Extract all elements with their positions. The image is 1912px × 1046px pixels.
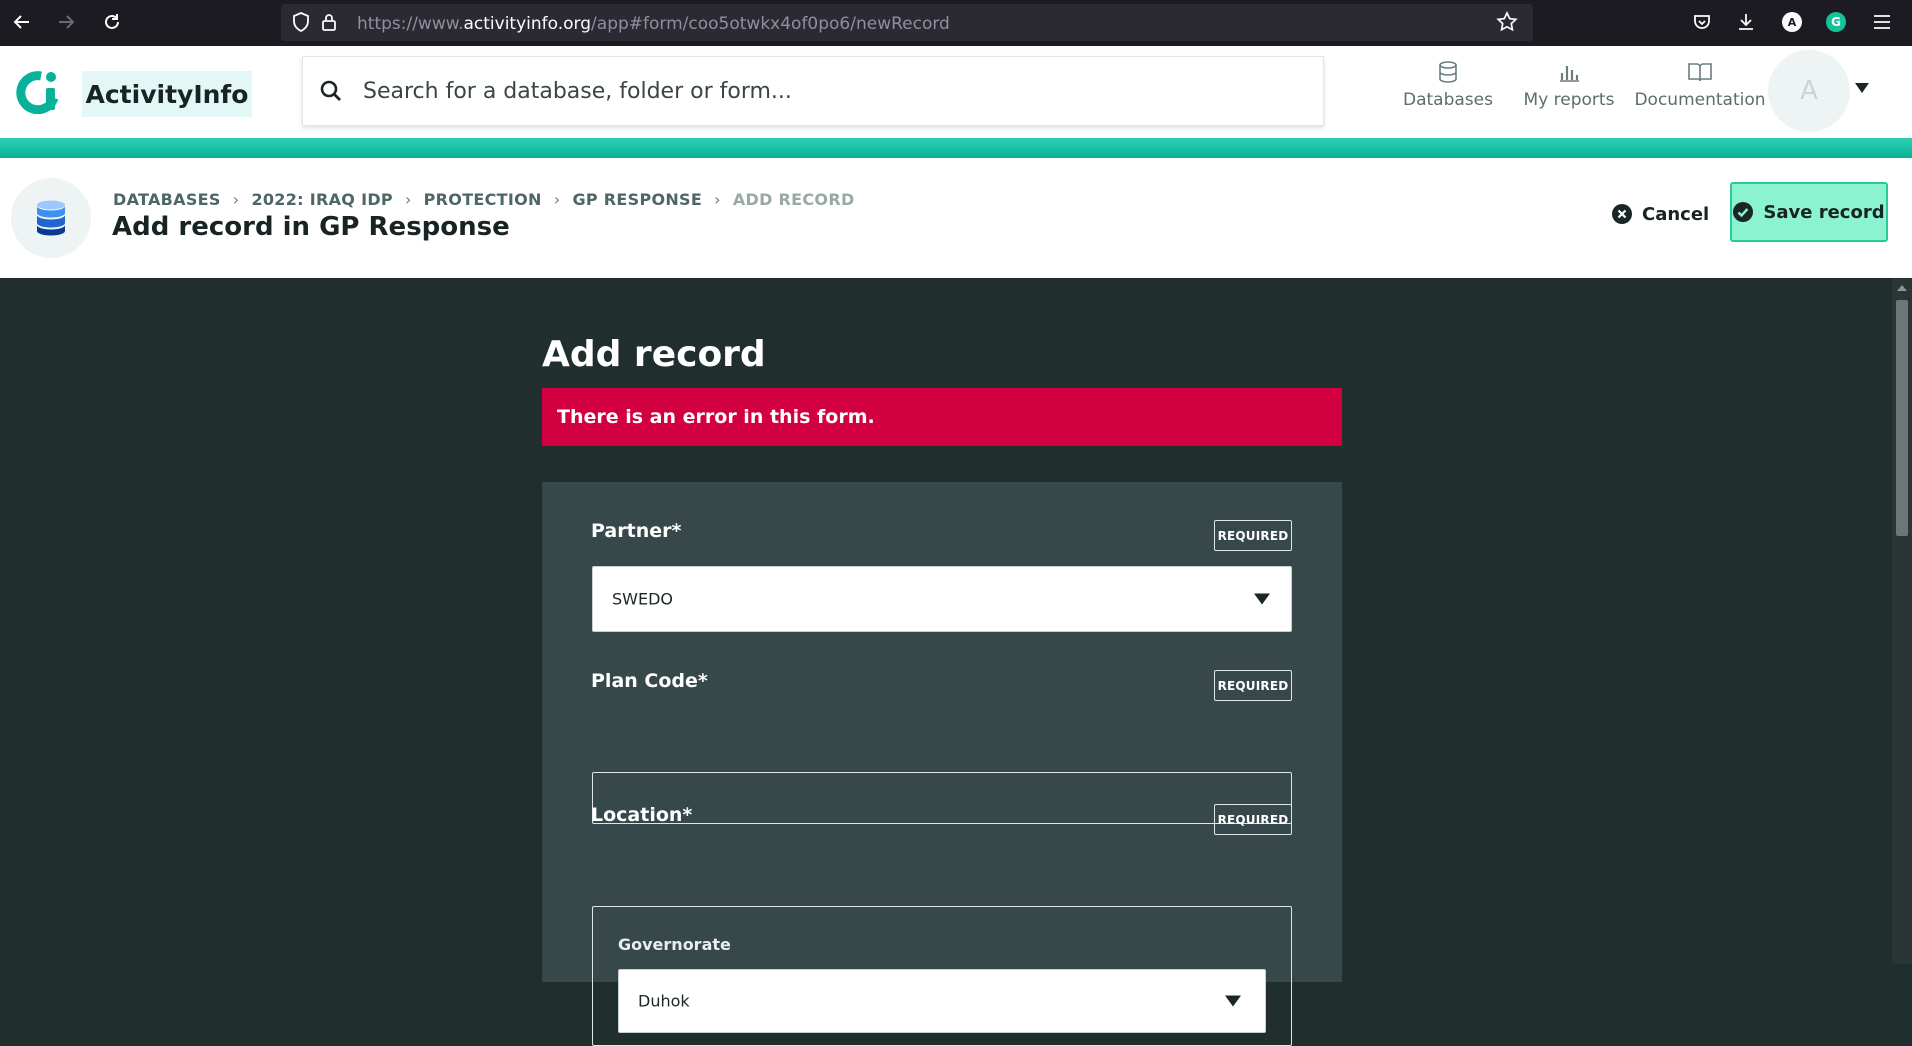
menu-icon[interactable] bbox=[1868, 8, 1896, 36]
profile-extension-icon[interactable]: A bbox=[1778, 8, 1806, 36]
form-card: Partner* REQUIRED SWEDO Plan Code* REQUI… bbox=[542, 482, 1342, 1046]
governorate-value: Duhok bbox=[638, 991, 690, 1011]
breadcrumb: DATABASES › 2022: IRAQ IDP › PROTECTION … bbox=[113, 190, 855, 209]
accent-bar bbox=[0, 138, 1912, 158]
page-scrollbar[interactable] bbox=[1892, 278, 1912, 964]
database-icon bbox=[1439, 61, 1457, 83]
partner-select[interactable]: SWEDO bbox=[592, 566, 1292, 632]
governorate-label: Governorate bbox=[618, 935, 731, 954]
location-label: Location* bbox=[591, 804, 693, 826]
bookmark-star-icon[interactable] bbox=[1493, 8, 1521, 36]
app-header: ActivityInfo Databases My reports Docume… bbox=[0, 46, 1912, 138]
form-title: Add record bbox=[542, 334, 766, 375]
plan-code-input[interactable] bbox=[592, 772, 1292, 824]
check-circle-icon bbox=[1733, 202, 1754, 222]
chevron-right-icon: › bbox=[714, 190, 721, 209]
location-group: Governorate Duhok bbox=[592, 906, 1292, 1046]
brand-name: ActivityInfo bbox=[85, 79, 249, 109]
governorate-select[interactable]: Duhok bbox=[618, 969, 1266, 1033]
required-badge: REQUIRED bbox=[1214, 520, 1292, 551]
nav-my-reports[interactable]: My reports bbox=[1518, 60, 1620, 126]
required-badge: REQUIRED bbox=[1214, 670, 1292, 701]
save-record-button[interactable]: Save record bbox=[1730, 182, 1888, 242]
breadcrumb-current: ADD RECORD bbox=[732, 190, 855, 209]
cancel-label: Cancel bbox=[1642, 203, 1710, 225]
breadcrumb-folder[interactable]: PROTECTION bbox=[424, 190, 542, 209]
forward-icon[interactable] bbox=[52, 8, 80, 36]
database-badge bbox=[11, 178, 91, 258]
nav-label: Databases bbox=[1403, 90, 1493, 110]
chevron-right-icon: › bbox=[553, 190, 561, 209]
back-icon[interactable] bbox=[8, 8, 36, 36]
error-message: There is an error in this form. bbox=[557, 406, 875, 428]
breadcrumb-databases[interactable]: DATABASES bbox=[113, 190, 221, 209]
nav-label: Documentation bbox=[1634, 90, 1766, 110]
chevron-down-icon bbox=[1254, 593, 1270, 605]
activityinfo-logo-icon[interactable] bbox=[14, 68, 60, 114]
chevron-down-icon bbox=[1225, 995, 1241, 1007]
search-icon bbox=[320, 80, 341, 101]
partner-label: Partner* bbox=[591, 520, 682, 542]
bar-chart-icon bbox=[1560, 66, 1579, 82]
partner-value: SWEDO bbox=[612, 589, 673, 609]
close-circle-icon bbox=[1612, 204, 1632, 224]
pocket-icon[interactable] bbox=[1688, 8, 1716, 36]
database-stack-icon bbox=[37, 200, 65, 236]
url-text: https://www.activityinfo.org/app#form/co… bbox=[357, 14, 950, 34]
chevron-right-icon: › bbox=[404, 190, 412, 209]
breadcrumb-database[interactable]: 2022: IRAQ IDP bbox=[251, 190, 393, 209]
chevron-down-icon[interactable] bbox=[1854, 82, 1870, 94]
cancel-button[interactable]: Cancel bbox=[1612, 194, 1709, 234]
reload-icon[interactable] bbox=[98, 8, 126, 36]
search-input[interactable] bbox=[363, 57, 1303, 125]
scroll-up-icon[interactable] bbox=[1892, 280, 1912, 296]
breadcrumb-form[interactable]: GP RESPONSE bbox=[572, 190, 702, 209]
required-badge: REQUIRED bbox=[1214, 804, 1292, 835]
chevron-right-icon: › bbox=[232, 190, 240, 209]
nav-documentation[interactable]: Documentation bbox=[1634, 60, 1766, 126]
avatar[interactable]: A bbox=[1768, 50, 1850, 132]
search-box[interactable] bbox=[302, 56, 1324, 126]
nav-databases[interactable]: Databases bbox=[1398, 60, 1498, 126]
shield-icon[interactable] bbox=[287, 8, 315, 36]
grammarly-icon[interactable]: G bbox=[1822, 8, 1850, 36]
browser-toolbar: https://www.activityinfo.org/app#form/co… bbox=[0, 0, 1912, 46]
scrollbar-thumb[interactable] bbox=[1896, 300, 1908, 536]
page-header: DATABASES › 2022: IRAQ IDP › PROTECTION … bbox=[0, 158, 1912, 278]
save-label: Save record bbox=[1763, 201, 1885, 223]
lock-icon[interactable] bbox=[315, 8, 343, 36]
nav-label: My reports bbox=[1523, 90, 1615, 110]
page-title: Add record in GP Response bbox=[112, 212, 510, 242]
plan-code-label: Plan Code* bbox=[591, 670, 708, 692]
address-bar[interactable]: https://www.activityinfo.org/app#form/co… bbox=[281, 4, 1533, 41]
error-banner: There is an error in this form. bbox=[542, 388, 1342, 446]
book-icon bbox=[1688, 63, 1712, 82]
brand-link[interactable]: ActivityInfo bbox=[82, 71, 252, 117]
form-content-area: Add record There is an error in this for… bbox=[0, 278, 1892, 1046]
download-icon[interactable] bbox=[1732, 8, 1760, 36]
